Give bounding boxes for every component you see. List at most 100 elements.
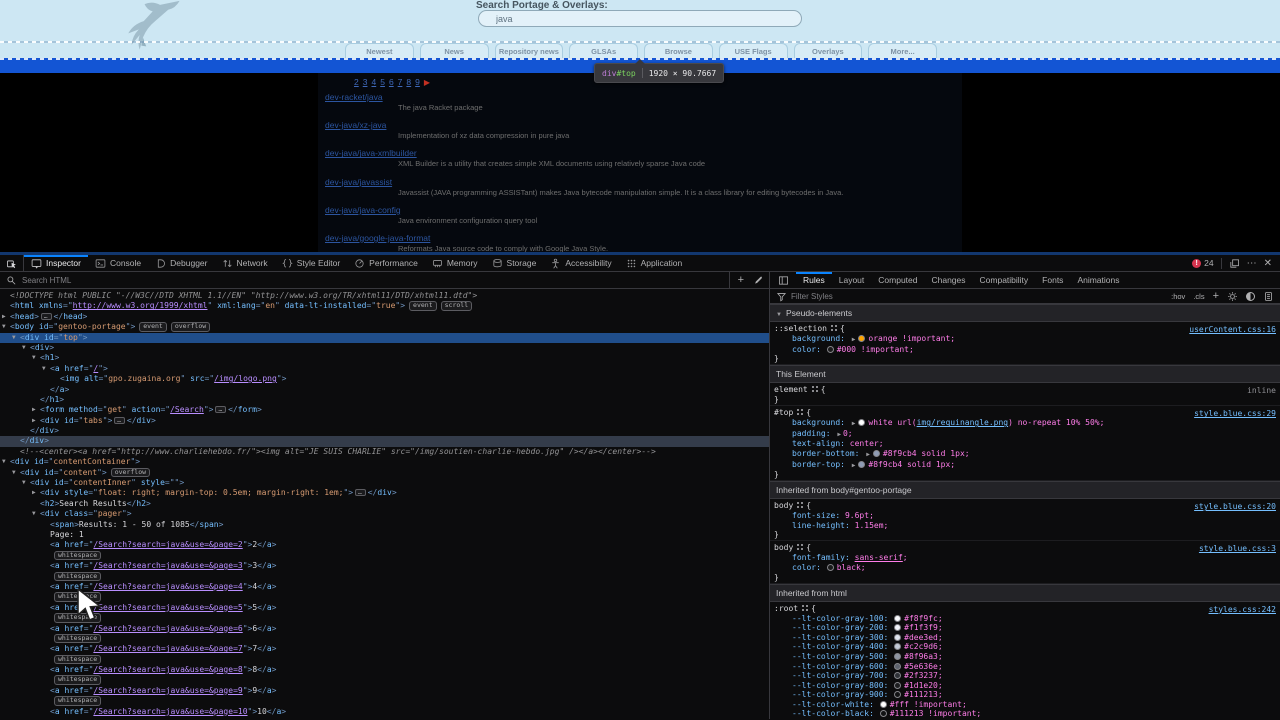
pager-link-5[interactable]: 5: [380, 77, 385, 87]
node-badge[interactable]: whitespace: [54, 633, 102, 644]
computed-expander-icon[interactable]: ▶: [852, 335, 856, 345]
markup-line[interactable]: ▼ <div class="pager">: [0, 509, 769, 519]
collapsed-children-icon[interactable]: …: [40, 312, 52, 320]
nav-button-overlays[interactable]: Overlays: [793, 43, 863, 58]
pager-next-icon[interactable]: ▶: [424, 78, 430, 87]
expand-arrow-icon[interactable]: ▼: [2, 322, 6, 332]
color-swatch[interactable]: [894, 652, 902, 660]
css-declaration[interactable]: font-family: sans-serif;: [774, 553, 1280, 563]
color-swatch[interactable]: [879, 710, 887, 718]
rule-selector[interactable]: element: [774, 385, 808, 394]
markup-line[interactable]: whitespace: [0, 633, 769, 644]
markup-line[interactable]: <img alt="gpo.zugaina.org" src="/img/log…: [0, 374, 769, 384]
markup-line[interactable]: ▼ <div id="content"> overflow: [0, 467, 769, 478]
devtools-tab-memory[interactable]: Memory: [425, 255, 485, 271]
markup-line[interactable]: whitespace: [0, 571, 769, 582]
node-badge[interactable]: overflow: [110, 467, 151, 478]
nav-button-news[interactable]: News: [419, 43, 489, 58]
markup-line[interactable]: ▼ <h1>: [0, 353, 769, 363]
pager-link-8[interactable]: 8: [406, 77, 411, 87]
expand-arrow-icon[interactable]: ▼: [32, 509, 36, 519]
css-declaration[interactable]: --lt-color-gray-200: #f1f3f9;: [774, 623, 1280, 633]
close-devtools-icon[interactable]: ✕: [1264, 258, 1272, 269]
rules-list[interactable]: ▼ Pseudo-elements::selection{userContent.…: [770, 304, 1280, 719]
expand-arrow-icon[interactable]: ▶: [32, 416, 36, 426]
color-swatch[interactable]: [894, 691, 902, 699]
markup-line[interactable]: ▼ <div id="contentInner" style="">: [0, 478, 769, 488]
markup-line[interactable]: <!DOCTYPE html PUBLIC "-//W3C//DTD XHTML…: [0, 291, 769, 301]
css-declaration[interactable]: --lt-color-gray-500: #8f96a3;: [774, 652, 1280, 662]
meatball-menu-icon[interactable]: ⋯: [1247, 258, 1257, 269]
node-badge[interactable]: event: [139, 322, 167, 332]
expand-arrow-icon[interactable]: ▶: [32, 488, 36, 498]
css-declaration[interactable]: --lt-color-black: #111213 !important;: [774, 709, 1280, 719]
markup-line[interactable]: ▼ <a href="/">: [0, 364, 769, 374]
css-declaration[interactable]: --lt-color-gray-300: #dee3ed;: [774, 633, 1280, 643]
nav-button-repository-news[interactable]: Repository news: [494, 43, 564, 58]
expand-arrow-icon[interactable]: ▼: [2, 457, 6, 467]
css-declaration[interactable]: --lt-color-gray-800: #1d1e20;: [774, 681, 1280, 691]
devtools-tab-performance[interactable]: Performance: [347, 255, 425, 271]
css-declaration[interactable]: font-size: 9.6pt;: [774, 511, 1280, 521]
node-picker-icon[interactable]: [0, 255, 24, 271]
markup-line[interactable]: ▼ <body id="gentoo-portage"> event overflow: [0, 322, 769, 332]
expand-arrow-icon[interactable]: ▼: [12, 468, 16, 478]
sidebar-toggle-icon[interactable]: [770, 272, 796, 288]
node-badge[interactable]: whitespace: [54, 550, 102, 561]
markup-line[interactable]: <a href="/Search?search=java&use=&page=2…: [0, 540, 769, 550]
sidebar-tab-layout[interactable]: Layout: [832, 272, 872, 288]
color-swatch[interactable]: [894, 624, 902, 632]
nav-button-newest[interactable]: Newest: [345, 43, 414, 58]
rule-selector[interactable]: #top: [774, 408, 793, 417]
collapsed-children-icon[interactable]: …: [215, 406, 227, 414]
selector-highlighter-icon[interactable]: [796, 543, 803, 550]
markup-line[interactable]: <a href="/Search?search=java&use=&page=4…: [0, 582, 769, 592]
color-swatch[interactable]: [894, 662, 902, 670]
rule-selector[interactable]: body: [774, 501, 793, 510]
markup-line[interactable]: Page: 1: [0, 530, 769, 540]
pager-link-4[interactable]: 4: [371, 77, 376, 87]
stylesheet-link[interactable]: style.blue.css:20: [1194, 502, 1276, 512]
stylesheet-link[interactable]: styles.css:242: [1209, 605, 1276, 615]
site-search-input[interactable]: [478, 10, 802, 27]
search-html-input[interactable]: [22, 275, 724, 285]
nav-button-browse[interactable]: Browse: [644, 43, 713, 58]
markup-line[interactable]: <h2>Search Results</h2>: [0, 499, 769, 509]
markup-line[interactable]: whitespace: [0, 654, 769, 665]
color-swatch[interactable]: [879, 700, 887, 708]
markup-line[interactable]: <a href="/Search?search=java&use=&page=8…: [0, 665, 769, 675]
node-badge[interactable]: whitespace: [54, 654, 102, 665]
css-declaration[interactable]: --lt-color-gray-600: #5e636e;: [774, 662, 1280, 672]
css-declaration[interactable]: background: ▶ white url(img/requinangle.p…: [774, 418, 1280, 429]
sidebar-tab-animations[interactable]: Animations: [1070, 272, 1126, 288]
rule-selector[interactable]: :root: [774, 604, 798, 613]
css-declaration[interactable]: border-top: ▶ #8f9cb4 solid 1px;: [774, 460, 1280, 471]
color-swatch[interactable]: [894, 681, 902, 689]
site-logo-shark-icon[interactable]: [104, 0, 190, 57]
pager-link-3[interactable]: 3: [363, 77, 368, 87]
package-link[interactable]: dev-java/javassist: [325, 177, 392, 187]
css-declaration[interactable]: padding: ▶ 0;: [774, 429, 1280, 440]
selector-highlighter-icon[interactable]: [811, 385, 818, 392]
color-swatch[interactable]: [826, 563, 834, 571]
computed-expander-icon[interactable]: ▶: [852, 419, 856, 429]
sidebar-tab-rules[interactable]: Rules: [796, 272, 832, 288]
add-node-icon[interactable]: +: [738, 274, 744, 286]
markup-line[interactable]: <a href="/Search?search=java&use=&page=1…: [0, 707, 769, 717]
filter-styles-input[interactable]: [791, 291, 1168, 301]
devtools-tab-debugger[interactable]: Debugger: [148, 255, 214, 271]
css-declaration[interactable]: color: #000 !important;: [774, 345, 1280, 355]
markup-line[interactable]: <a href="/Search?search=java&use=&page=3…: [0, 561, 769, 571]
pager-link-9[interactable]: 9: [415, 77, 420, 87]
color-swatch[interactable]: [826, 345, 834, 353]
node-badge[interactable]: overflow: [170, 322, 211, 332]
markup-line[interactable]: </h1>: [0, 395, 769, 405]
color-swatch[interactable]: [858, 335, 866, 342]
sidebar-tab-changes[interactable]: Changes: [924, 272, 972, 288]
collapsed-children-icon[interactable]: …: [355, 489, 366, 497]
markup-line[interactable]: whitespace: [0, 613, 769, 623]
css-declaration[interactable]: border-bottom: ▶ #8f9cb4 solid 1px;: [774, 449, 1280, 460]
markup-line[interactable]: whitespace: [0, 550, 769, 561]
markup-line[interactable]: whitespace: [0, 592, 769, 602]
color-swatch[interactable]: [894, 633, 902, 641]
